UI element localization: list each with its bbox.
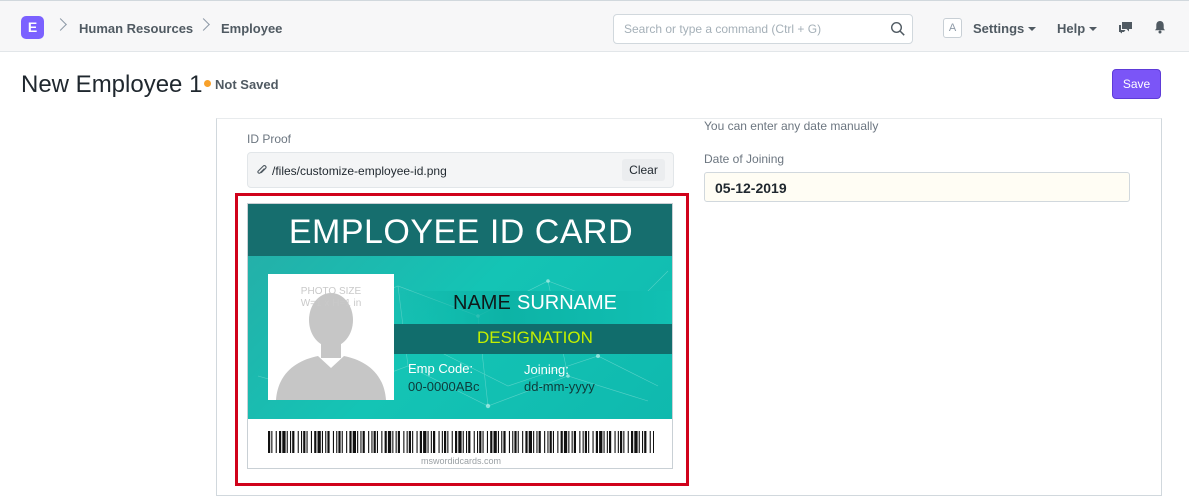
breadcrumb-human-resources[interactable]: Human Resources — [79, 21, 193, 36]
settings-label: Settings — [973, 21, 1025, 36]
date-of-joining-label: Date of Joining — [704, 152, 785, 166]
top-navbar: E Human Resources Employee A Settings He… — [0, 0, 1189, 52]
settings-menu[interactable]: Settings — [973, 21, 1037, 36]
bell-icon[interactable] — [1154, 20, 1166, 34]
id-proof-attachment[interactable]: /files/customize-employee-id.png Clear — [247, 152, 674, 188]
save-button[interactable]: Save — [1112, 69, 1161, 99]
caret-down-icon — [1028, 27, 1037, 31]
app-logo[interactable]: E — [21, 16, 44, 39]
help-label: Help — [1057, 21, 1086, 36]
date-of-joining-field[interactable]: 05-12-2019 — [704, 172, 1130, 202]
chat-icon[interactable] — [1118, 21, 1133, 34]
avatar[interactable]: A — [943, 18, 962, 38]
status-dot-icon — [204, 80, 211, 87]
search-box — [613, 14, 913, 44]
caret-down-icon — [1089, 27, 1098, 31]
status-badge: Not Saved — [215, 77, 279, 92]
attachment-link[interactable]: /files/customize-employee-id.png — [272, 164, 447, 178]
highlight-box — [235, 193, 689, 486]
paperclip-icon — [257, 165, 267, 174]
chevron-right-icon — [54, 18, 67, 31]
search-icon[interactable] — [890, 21, 906, 37]
clear-button[interactable]: Clear — [622, 159, 665, 181]
help-menu[interactable]: Help — [1057, 21, 1098, 36]
chevron-right-icon — [197, 18, 210, 31]
breadcrumb-employee[interactable]: Employee — [221, 21, 282, 36]
page-title: New Employee 1 — [21, 71, 203, 98]
id-proof-label: ID Proof — [247, 132, 292, 146]
date-hint-text: You can enter any date manually — [704, 119, 879, 133]
search-input[interactable] — [614, 15, 884, 43]
date-of-joining-value: 05-12-2019 — [715, 180, 787, 196]
